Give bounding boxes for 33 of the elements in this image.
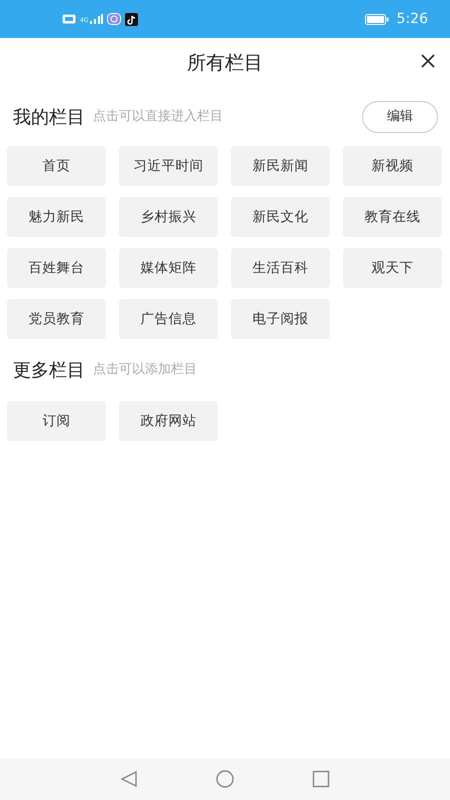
channel-chip[interactable]: 媒体矩阵: [119, 248, 218, 288]
channel-chip[interactable]: 党员教育: [7, 299, 106, 339]
battery-icon: [364, 14, 389, 24]
channel-chip[interactable]: 乡村振兴: [119, 197, 218, 237]
section-hint: 点击可以添加栏目: [93, 361, 197, 380]
app-icon: [107, 13, 122, 25]
channel-chip[interactable]: 首页: [7, 146, 106, 186]
channel-chip[interactable]: 新民新闻: [231, 146, 330, 186]
home-icon[interactable]: [216, 770, 234, 788]
channel-chip[interactable]: 新视频: [343, 146, 442, 186]
hd-icon: [62, 14, 76, 24]
music-app-icon: [125, 12, 138, 26]
back-icon[interactable]: [120, 770, 138, 788]
channel-chip[interactable]: 政府网站: [119, 401, 218, 441]
edit-button[interactable]: 编辑: [362, 101, 438, 133]
channel-chip[interactable]: 生活百科: [231, 248, 330, 288]
recents-icon[interactable]: [312, 770, 330, 788]
channel-chip[interactable]: 魅力新民: [7, 197, 106, 237]
section-title: 我的栏目: [13, 106, 85, 130]
signal-icon: [89, 14, 104, 24]
channel-chip[interactable]: 订阅: [7, 401, 106, 441]
page-title: 所有栏目: [187, 50, 263, 76]
channel-chip[interactable]: 新民文化: [231, 197, 330, 237]
clock-time: 5:26: [396, 10, 428, 28]
channel-chip[interactable]: 电子阅报: [231, 299, 330, 339]
channel-chip[interactable]: 广告信息: [119, 299, 218, 339]
channel-chip[interactable]: 习近平时间: [119, 146, 218, 186]
section-hint: 点击可以直接进入栏目: [93, 108, 223, 126]
close-button[interactable]: [420, 53, 436, 69]
channel-chip[interactable]: 观天下: [343, 248, 442, 288]
channel-chip[interactable]: 教育在线: [343, 197, 442, 237]
section-title: 更多栏目: [13, 358, 85, 382]
channel-chip[interactable]: 百姓舞台: [7, 248, 106, 288]
